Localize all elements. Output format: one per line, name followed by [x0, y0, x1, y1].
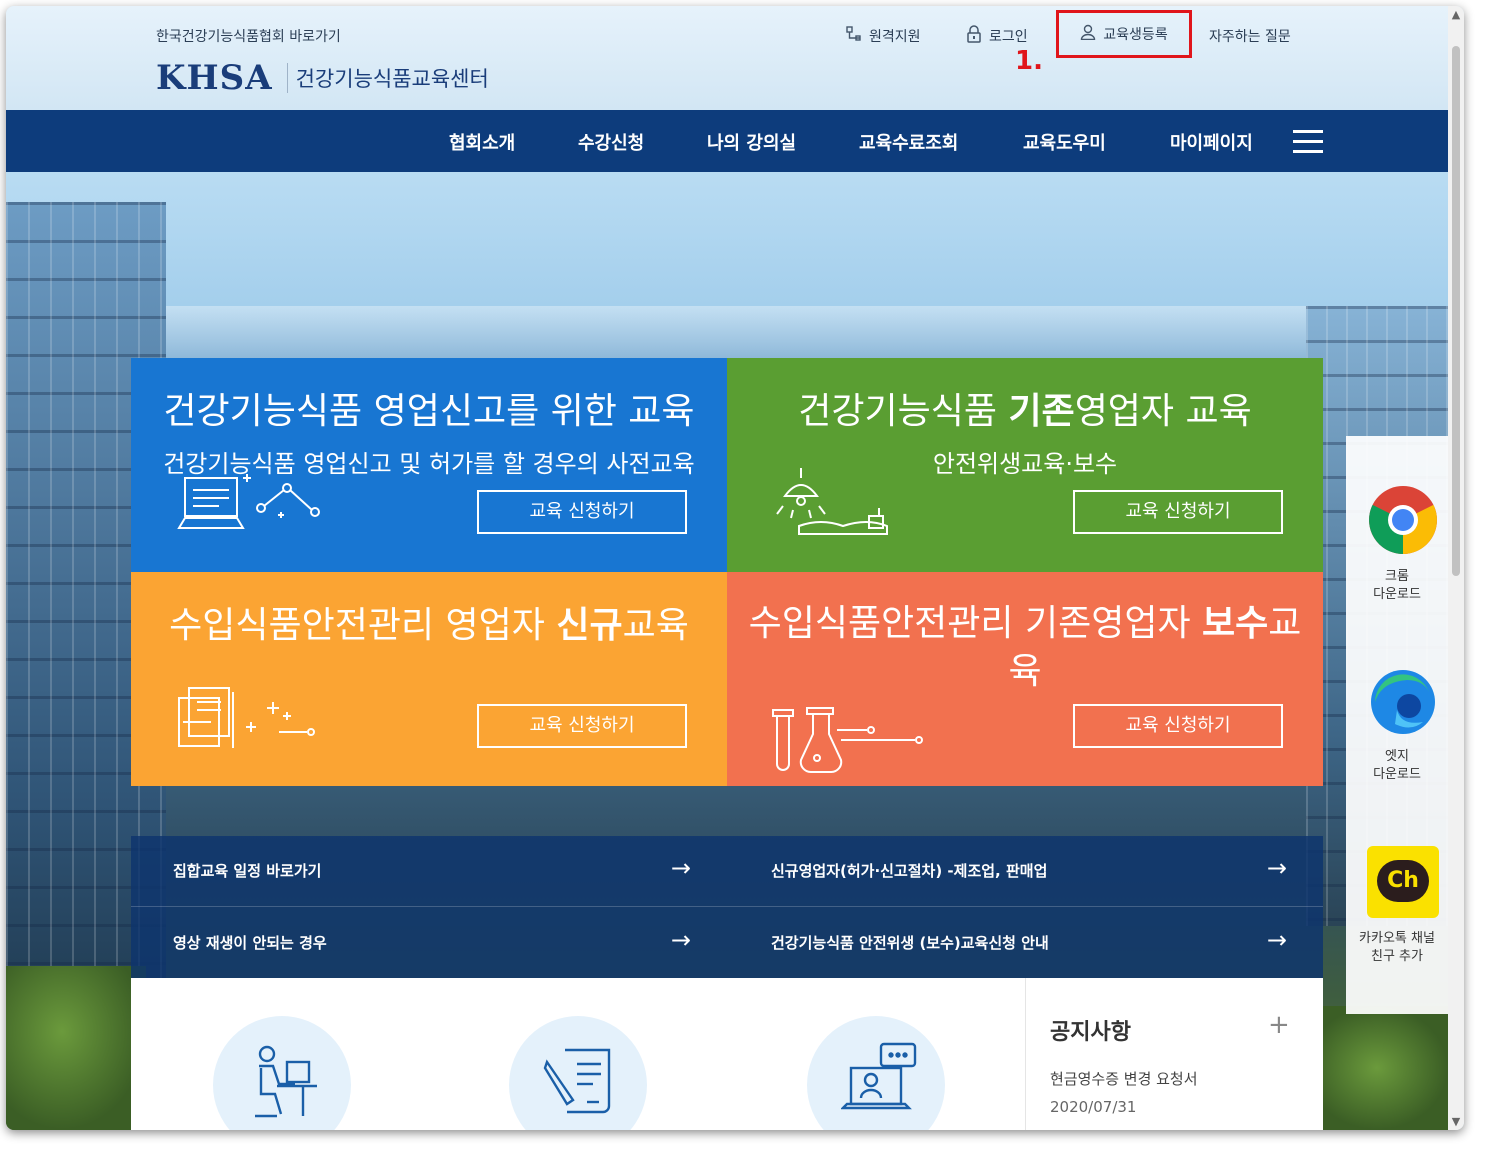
register-link-highlighted[interactable]: 교육생등록	[1056, 10, 1192, 58]
edge-icon[interactable]	[1367, 666, 1439, 738]
quick-link-label: 신규영업자(허가·신고절차) -제조업, 판매업	[771, 862, 1048, 880]
tile-title-bold: 보수	[1202, 603, 1269, 644]
logo-subtitle: 건강기능식품교육센터	[286, 63, 489, 93]
user-icon	[1080, 24, 1096, 44]
tile-existing-operator-education: 건강기능식품 기존영업자 교육 안전위생교육·보수 교육 신청하기	[727, 358, 1323, 572]
step-annotation: 1.	[1015, 46, 1043, 76]
nav-item-enroll[interactable]: 수강신청	[578, 129, 644, 155]
tile-title: 수입식품안전관리 영업자 신규교육	[131, 602, 727, 650]
top-header: 한국건강기능식품협회 바로가기 KHSA 건강기능식품교육센터 원격지원 로그인…	[6, 6, 1448, 110]
kakao-ch-badge: Ch	[1377, 860, 1429, 902]
quick-links-panel: 집합교육 일정 바로가기 → 신규영업자(허가·신고절차) -제조업, 판매업 …	[131, 836, 1323, 978]
notice-more-plus-icon[interactable]: +	[1268, 1010, 1290, 1040]
scroll-down-arrow-icon[interactable]: ▼	[1448, 1115, 1464, 1128]
quick-link-label: 집합교육 일정 바로가기	[173, 862, 322, 880]
documents-icon	[178, 687, 315, 748]
tile-title: 건강기능식품 기존영업자 교육	[727, 388, 1323, 436]
site-logo[interactable]: KHSA 건강기능식품교육센터	[156, 56, 489, 100]
kakao-label-line: 카카오톡 채널	[1359, 931, 1435, 946]
remote-support-icon	[846, 26, 862, 46]
scrollbar-thumb[interactable]	[1452, 46, 1460, 576]
apply-button[interactable]: 교육 신청하기	[1073, 490, 1283, 534]
kakao-channel-icon[interactable]: Ch	[1367, 846, 1439, 918]
remote-support-link[interactable]: 원격지원	[846, 24, 921, 48]
quick-link-label: 건강기능식품 안전위생 (보수)교육신청 안내	[771, 934, 1049, 952]
notice-title: 공지사항	[1050, 1020, 1131, 1045]
apply-button[interactable]: 교육 신청하기	[477, 704, 687, 748]
apply-button[interactable]: 교육 신청하기	[1073, 704, 1283, 748]
trees-image-left	[6, 966, 146, 1130]
tile-title: 건강기능식품 영업신고를 위한 교육	[163, 391, 695, 432]
chrome-download-label[interactable]: 크롬 다운로드	[1346, 568, 1448, 604]
edge-label-line: 다운로드	[1373, 767, 1421, 782]
quick-link-hygiene-education[interactable]: 건강기능식품 안전위생 (보수)교육신청 안내 →	[727, 908, 1323, 978]
tile-title-bold: 신규	[556, 605, 623, 646]
side-quick-menu: 크롬 다운로드 엣지 다운로드 Ch 카카오톡 채널 친구 추가	[1346, 436, 1448, 1014]
tile-title-bold: 기존	[1008, 391, 1075, 432]
tile-business-report-education: 건강기능식품 영업신고를 위한 교육 건강기능식품 영업신고 및 허가를 할 경…	[131, 358, 727, 572]
arrow-right-icon: →	[670, 854, 691, 882]
document-writing-icon[interactable]	[509, 1016, 647, 1130]
browser-viewport: 한국건강기능식품협회 바로가기 KHSA 건강기능식품교육센터 원격지원 로그인…	[6, 6, 1464, 1130]
quick-link-new-operator[interactable]: 신규영업자(허가·신고절차) -제조업, 판매업 →	[727, 836, 1323, 907]
nav-item-my-classroom[interactable]: 나의 강의실	[707, 129, 796, 155]
kakao-label-line: 친구 추가	[1371, 949, 1423, 964]
nav-item-help[interactable]: 교육도우미	[1023, 129, 1106, 155]
tile-title-part: 교육	[622, 605, 689, 646]
arrow-right-icon: →	[670, 926, 691, 954]
building-roof-image	[166, 306, 1306, 366]
lock-icon	[966, 25, 982, 47]
edge-download-label[interactable]: 엣지 다운로드	[1346, 748, 1448, 784]
online-lecture-icon[interactable]	[807, 1016, 945, 1130]
edge-label-line: 엣지	[1385, 749, 1409, 764]
quick-link-video-playback[interactable]: 영상 재생이 안되는 경우 →	[131, 908, 727, 978]
lab-flask-icon	[772, 707, 923, 774]
association-link[interactable]: 한국건강기능식품협회 바로가기	[156, 26, 341, 46]
hamburger-icon[interactable]	[1293, 130, 1323, 154]
quick-link-schedule[interactable]: 집합교육 일정 바로가기 →	[131, 836, 727, 907]
tile-title-part: 수입식품안전관리 기존영업자	[748, 603, 1203, 644]
main-navigation: 협회소개 수강신청 나의 강의실 교육수료조회 교육도우미 마이페이지	[6, 110, 1448, 172]
arrow-right-icon: →	[1266, 854, 1287, 882]
apply-button[interactable]: 교육 신청하기	[477, 490, 687, 534]
notice-date: 2020/07/31	[1050, 1098, 1137, 1116]
kakao-add-friend-label[interactable]: 카카오톡 채널 친구 추가	[1346, 930, 1448, 966]
tile-title: 수입식품안전관리 기존영업자 보수교육	[727, 600, 1323, 696]
login-label: 로그인	[989, 29, 1028, 45]
remote-support-label: 원격지원	[869, 29, 921, 45]
login-link[interactable]: 로그인	[966, 24, 1028, 48]
nav-item-mypage[interactable]: 마이페이지	[1170, 129, 1253, 155]
study-desk-icon[interactable]	[213, 1016, 351, 1130]
tile-import-food-new-education: 수입식품안전관리 영업자 신규교육 교육 신청하기	[131, 572, 727, 786]
tile-import-food-refresher-education: 수입식품안전관리 기존영업자 보수교육 교육 신청하기	[727, 572, 1323, 786]
tile-title-part: 건강기능식품	[798, 391, 1009, 432]
page-scrollbar[interactable]: ▲ ▼	[1448, 6, 1464, 1130]
notice-item[interactable]: 현금영수증 변경 요청서	[1050, 1068, 1198, 1089]
notice-panel: 공지사항 + 현금영수증 변경 요청서 2020/07/31	[1025, 978, 1324, 1130]
faq-link[interactable]: 자주하는 질문	[1209, 24, 1291, 48]
tile-title-part: 영업자 교육	[1074, 391, 1252, 432]
arrow-right-icon: →	[1266, 926, 1287, 954]
nav-item-about[interactable]: 협회소개	[449, 129, 515, 155]
scroll-up-arrow-icon[interactable]: ▲	[1448, 8, 1464, 21]
bottom-section: 공지사항 + 현금영수증 변경 요청서 2020/07/31	[131, 978, 1323, 1130]
chrome-label-line: 다운로드	[1373, 587, 1421, 602]
chrome-label-line: 크롬	[1385, 569, 1409, 584]
computer-network-icon	[177, 474, 320, 529]
logo-khsa-text: KHSA	[156, 58, 273, 98]
chrome-icon[interactable]	[1367, 484, 1439, 556]
trees-image-right	[1306, 1006, 1448, 1130]
register-label: 교육생등록	[1103, 27, 1168, 43]
quick-link-label: 영상 재생이 안되는 경우	[173, 934, 327, 952]
lamp-book-icon	[776, 468, 888, 535]
nav-item-completion[interactable]: 교육수료조회	[859, 129, 958, 155]
tile-title-part: 수입식품안전관리 영업자	[169, 605, 557, 646]
